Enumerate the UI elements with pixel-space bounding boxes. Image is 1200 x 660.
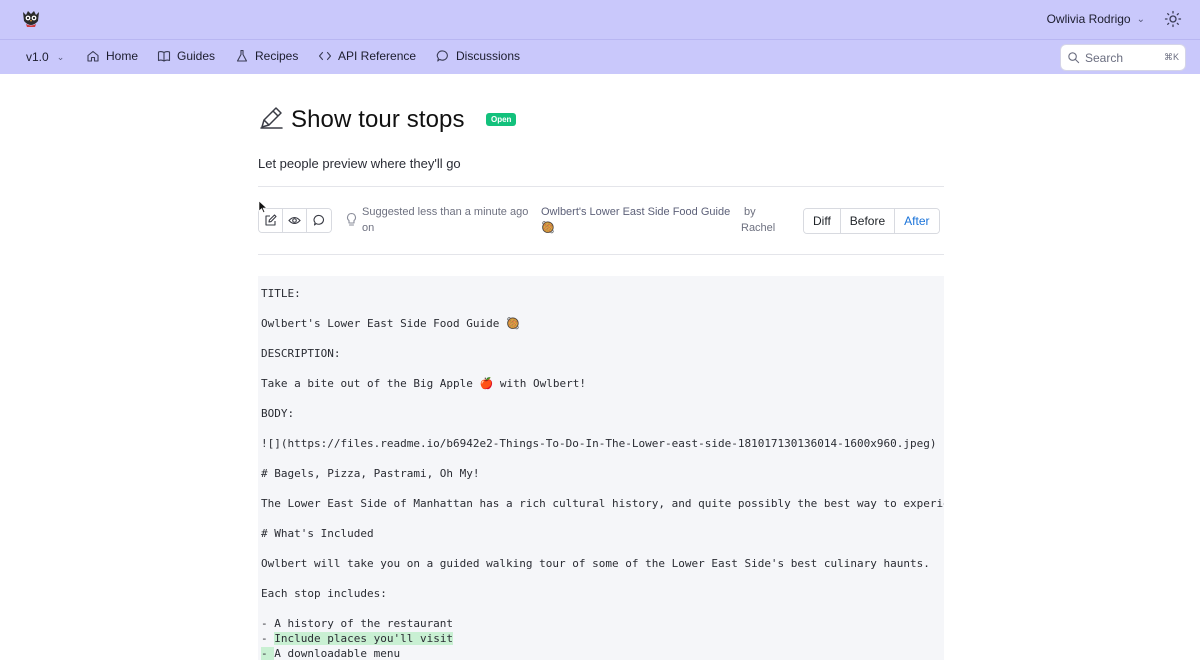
content-line: # What's Included — [261, 527, 374, 540]
suggestion-time: Suggested less than a minute ago — [362, 206, 529, 218]
mouse-cursor-icon — [258, 200, 268, 213]
chevron-down-icon: ⌄ — [56, 51, 65, 62]
nav-home-label: Home — [106, 49, 139, 63]
suggestion-doc-emoji: 🥘 — [541, 222, 555, 234]
suggestion-author: Rachel — [741, 222, 776, 234]
diff-prefix: - — [261, 632, 275, 645]
added-text: Include places you'll visit — [274, 632, 454, 645]
page-title: Show tour stops — [291, 106, 465, 133]
page-subtitle: Let people preview where they'll go — [258, 156, 461, 171]
top-bar: Owlivia Rodrigo ⌄ — [0, 0, 1200, 40]
user-menu[interactable]: Owlivia Rodrigo ⌄ — [1047, 12, 1145, 26]
book-icon — [157, 51, 171, 62]
nav-recipes[interactable]: Recipes — [235, 49, 298, 63]
nav-discussions[interactable]: Discussions — [436, 49, 520, 63]
nav-recipes-label: Recipes — [255, 49, 299, 63]
content-line: Owlbert will take you on a guided walkin… — [261, 557, 930, 570]
content-line: - A downloadable menu — [261, 647, 400, 660]
version-selector[interactable]: v1.0 ⌄ — [26, 50, 64, 64]
after-button[interactable]: After — [895, 209, 939, 233]
line-text: A downloadable menu — [274, 647, 401, 660]
content-line: Owlbert's Lower East Side Food Guide 🥘 — [261, 317, 520, 330]
search-input[interactable]: Search ⌘K — [1060, 44, 1186, 71]
content-line: Each stop includes: — [261, 587, 387, 600]
suggestion-by: by — [744, 206, 756, 218]
search-shortcut: ⌘K — [1163, 52, 1179, 62]
search-placeholder: Search — [1085, 50, 1124, 65]
content-line: # Bagels, Pizza, Pastrami, Oh My! — [261, 467, 480, 480]
owl-logo-icon[interactable] — [20, 7, 42, 29]
comment-icon — [313, 214, 324, 226]
content-line: DESCRIPTION: — [261, 347, 341, 360]
sun-icon[interactable] — [1164, 10, 1182, 28]
chat-bubble-icon — [436, 50, 448, 62]
view-toggle: Diff Before After — [803, 208, 940, 234]
divider — [258, 186, 944, 187]
content-line: The Lower East Side of Manhattan has a r… — [261, 497, 944, 510]
preview-button[interactable] — [283, 209, 307, 232]
nav-guides[interactable]: Guides — [157, 49, 215, 63]
diff-prefix: - — [261, 647, 275, 660]
content-line: BODY: — [261, 407, 295, 420]
lightbulb-icon — [346, 212, 357, 226]
suggestion-content: TITLE: Owlbert's Lower East Side Food Gu… — [258, 276, 944, 660]
nav-home[interactable]: Home — [86, 49, 138, 63]
search-icon — [1068, 52, 1080, 64]
home-icon — [87, 50, 99, 62]
suggestion-actions — [258, 208, 332, 233]
nav-api-reference-label: API Reference — [338, 49, 417, 63]
code-icon — [318, 51, 332, 61]
pen-icon — [260, 107, 283, 129]
content-line-added: - Include places you'll visit — [261, 632, 454, 645]
eye-icon — [288, 216, 301, 225]
comment-button[interactable] — [307, 209, 331, 232]
content-line: Take a bite out of the Big Apple 🍎 with … — [261, 377, 586, 390]
suggestion-doc-link[interactable]: Owlbert's Lower East Side Food Guide — [541, 206, 730, 218]
status-badge: Open — [486, 113, 517, 126]
version-label: v1.0 — [26, 50, 49, 64]
divider — [258, 254, 944, 255]
diff-button[interactable]: Diff — [804, 209, 841, 233]
nav-discussions-label: Discussions — [456, 49, 521, 63]
nav-api-reference[interactable]: API Reference — [318, 49, 416, 63]
user-name: Owlivia Rodrigo — [1046, 12, 1131, 26]
content-line: ![](https://files.readme.io/b6942e2-Thin… — [261, 437, 937, 450]
chevron-down-icon: ⌄ — [1136, 13, 1145, 25]
before-button[interactable]: Before — [840, 209, 896, 233]
content-line: TITLE: — [261, 287, 301, 300]
suggestion-on: on — [362, 222, 375, 234]
content-line: - A history of the restaurant — [261, 617, 454, 630]
nav-guides-label: Guides — [177, 49, 216, 63]
edit-icon — [265, 214, 277, 226]
flask-icon — [236, 49, 248, 62]
nav-bar: v1.0 ⌄ Home Guides Recipes API Reference… — [0, 40, 1200, 74]
